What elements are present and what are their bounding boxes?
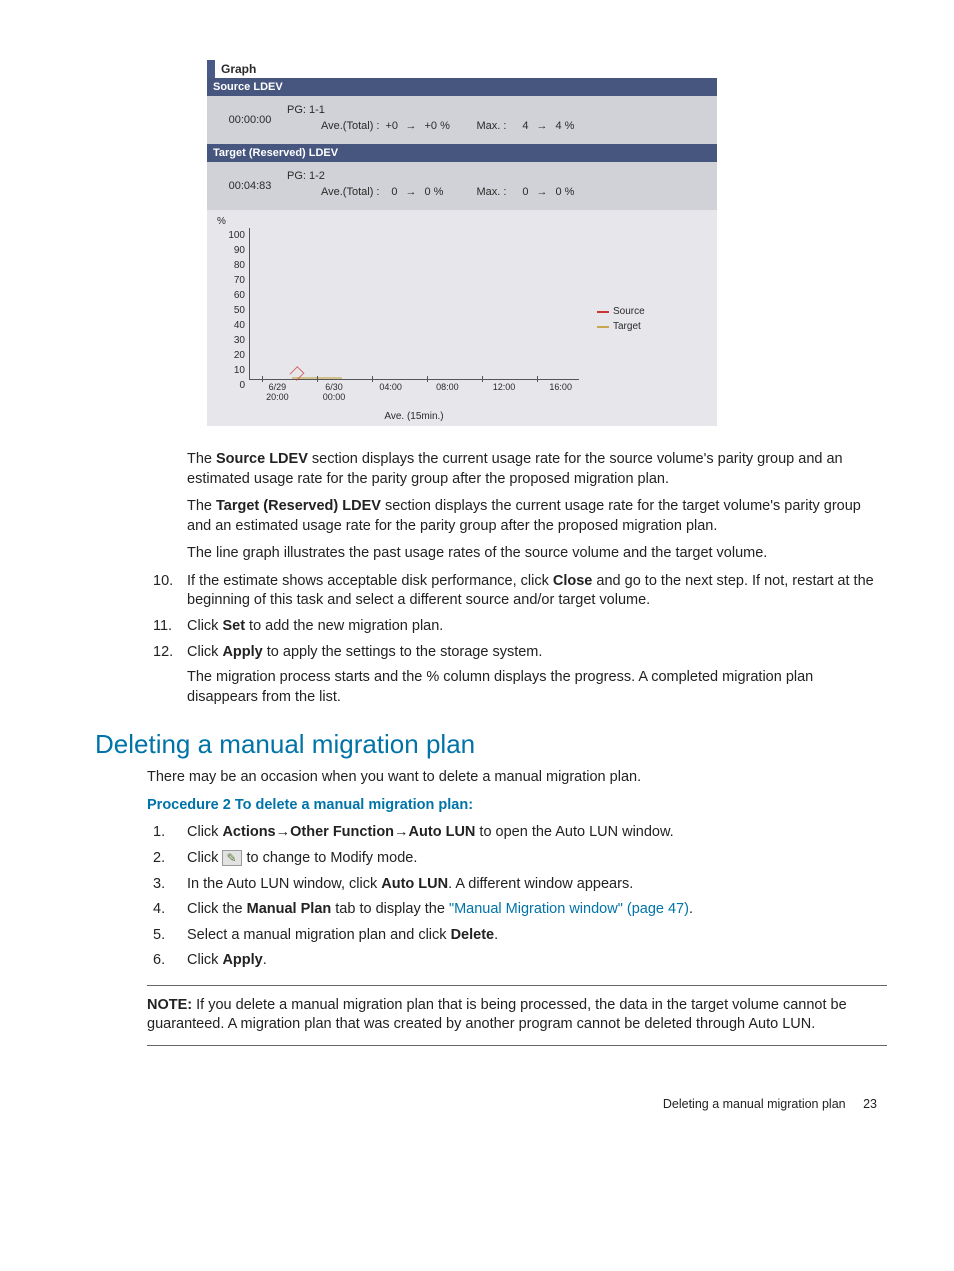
source-max-from: 4 [512, 120, 528, 132]
target-max-to: 0 % [555, 186, 574, 198]
y-ticks: 100 90 80 70 60 50 40 30 20 10 0 [217, 228, 245, 393]
source-ave-label: Ave.(Total) : [321, 120, 380, 132]
footer-text: Deleting a manual migration plan [663, 1097, 846, 1111]
legend-target: Target [613, 321, 641, 332]
chart-area: % 100 90 80 70 60 50 40 30 20 10 0 [207, 210, 717, 426]
source-pg: PG: 1-1 [287, 104, 711, 116]
arrow-icon: → [536, 186, 547, 198]
note-block: NOTE: If you delete a manual migration p… [147, 985, 887, 1046]
proc2-step-1: 1. Click Actions→Other Function→Auto LUN… [147, 823, 887, 843]
step-10: 10. If the estimate shows acceptable dis… [147, 572, 887, 611]
target-time: 00:04:83 [213, 170, 287, 192]
target-swatch [597, 326, 609, 328]
steps-list: 10. If the estimate shows acceptable dis… [147, 572, 887, 707]
heading-deleting: Deleting a manual migration plan [95, 727, 887, 762]
modify-mode-icon[interactable] [222, 850, 242, 866]
proc2-step-4: 4. Click the Manual Plan tab to display … [147, 900, 887, 920]
paragraph: The Source LDEV section displays the cur… [187, 450, 887, 489]
proc2-step-5: 5. Select a manual migration plan and cl… [147, 926, 887, 946]
source-max-label: Max. : [477, 120, 507, 132]
target-ldev-header: Target (Reserved) LDEV [207, 144, 717, 162]
source-ldev-row: 00:00:00 PG: 1-1 Ave.(Total) : +0 → +0 %… [207, 96, 717, 144]
step-11: 11. Click Set to add the new migration p… [147, 617, 887, 637]
arrow-icon: → [406, 186, 417, 198]
graph-panel: Graph Source LDEV 00:00:00 PG: 1-1 Ave.(… [207, 60, 717, 426]
paragraph: The Target (Reserved) LDEV section displ… [187, 497, 887, 536]
source-ldev-header: Source LDEV [207, 78, 717, 96]
target-max-from: 0 [512, 186, 528, 198]
source-max-to: 4 % [555, 120, 574, 132]
arrow-icon: → [406, 120, 417, 132]
page-footer: Deleting a manual migration plan 23 [95, 1096, 887, 1113]
proc2-step-2: 2. Click to change to Modify mode. [147, 849, 887, 869]
paragraph: There may be an occasion when you want t… [147, 768, 887, 788]
procedure-2-title: Procedure 2 To delete a manual migration… [147, 796, 887, 816]
source-swatch [597, 311, 609, 313]
proc2-step-3: 3. In the Auto LUN window, click Auto LU… [147, 875, 887, 895]
target-pg: PG: 1-2 [287, 170, 711, 182]
target-ave-label: Ave.(Total) : [321, 186, 380, 198]
x-axis-label: Ave. (15min.) [249, 411, 579, 422]
usage-chart: % 100 90 80 70 60 50 40 30 20 10 0 [217, 216, 597, 416]
y-axis-label: % [217, 216, 226, 227]
step-12-sub: The migration process starts and the % c… [187, 668, 887, 707]
arrow-icon: → [536, 120, 547, 132]
chart-legend: Source Target [597, 216, 667, 416]
plot-box [249, 228, 579, 380]
target-max-label: Max. : [477, 186, 507, 198]
manual-migration-link[interactable]: "Manual Migration window" (page 47) [449, 901, 689, 917]
target-ldev-row: 00:04:83 PG: 1-2 Ave.(Total) : 0 → 0 % M… [207, 162, 717, 210]
source-time: 00:00:00 [213, 104, 287, 126]
x-ticks: 6/29 20:00 6/30 00:00 04:00 08:00 12:00 … [249, 382, 589, 402]
graph-header: Graph [207, 60, 717, 78]
note-label: NOTE: [147, 997, 192, 1013]
source-ave-from: +0 [386, 120, 398, 132]
legend-source: Source [613, 306, 645, 317]
note-body: If you delete a manual migration plan th… [147, 997, 847, 1033]
procedure-2-steps: 1. Click Actions→Other Function→Auto LUN… [147, 823, 887, 970]
target-ave-from: 0 [386, 186, 398, 198]
target-ave-to: 0 % [425, 186, 459, 198]
page-number: 23 [863, 1097, 877, 1111]
step-12: 12. Click Apply to apply the settings to… [147, 643, 887, 708]
paragraph: The line graph illustrates the past usag… [187, 544, 887, 564]
proc2-step-6: 6. Click Apply. [147, 951, 887, 971]
source-ave-to: +0 % [425, 120, 459, 132]
